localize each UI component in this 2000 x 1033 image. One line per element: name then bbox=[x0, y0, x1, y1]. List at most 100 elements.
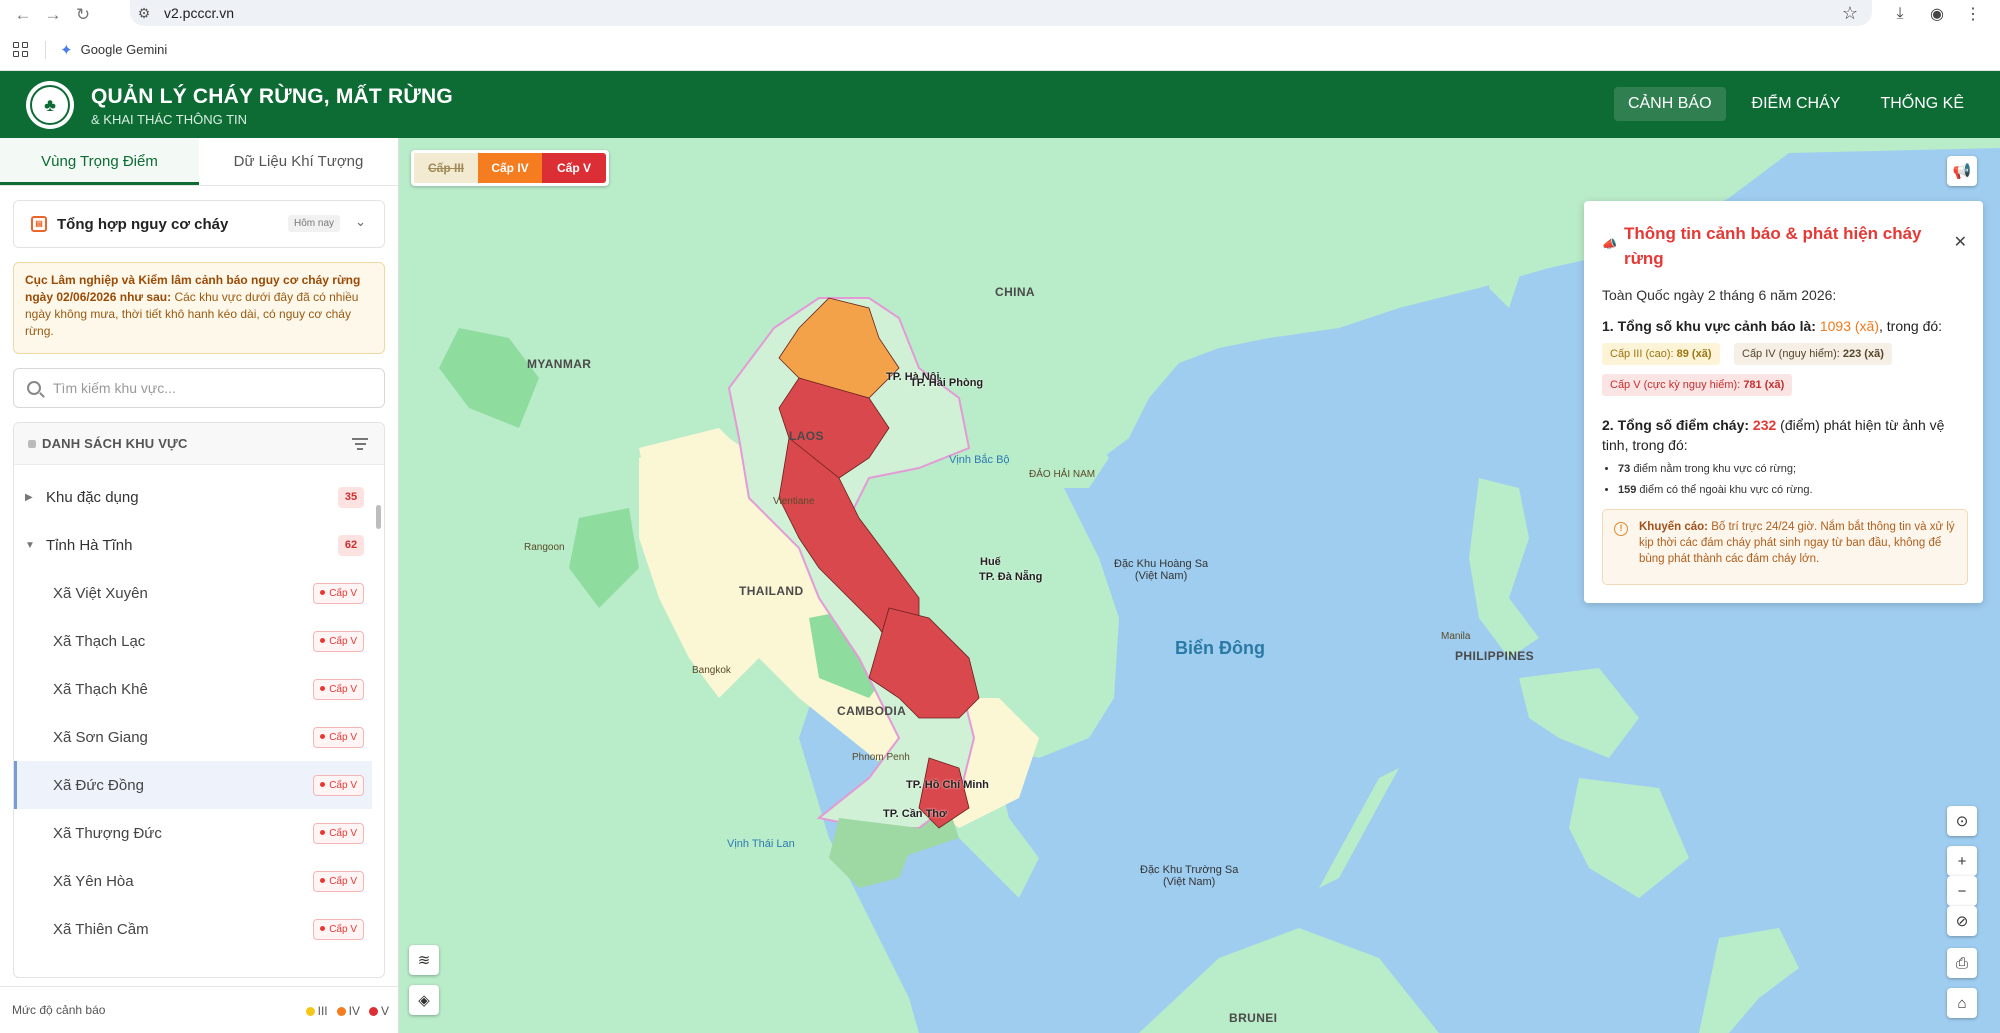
list-item[interactable]: Xã Thiên Cầm Cấp V bbox=[14, 905, 372, 953]
label-spratly-name: Đặc Khu Trường Sa bbox=[1140, 864, 1239, 876]
group-label: Khu đặc dụng bbox=[46, 488, 139, 506]
bookmark-gemini[interactable]: Google Gemini bbox=[81, 42, 168, 57]
nav-thong-ke[interactable]: THỐNG KÊ bbox=[1866, 87, 1978, 121]
info-total: 1. Tổng số khu vực cảnh báo là: 1093 (xã… bbox=[1602, 318, 1942, 334]
address-bar[interactable]: ⚙ v2.pcccr.vn ☆ bbox=[130, 0, 1872, 26]
forward-icon[interactable]: → bbox=[38, 0, 68, 29]
bullet-text: điểm có thể ngoài khu vực có rừng. bbox=[1639, 484, 1813, 496]
filter-cap-iii[interactable]: Cấp III bbox=[414, 153, 478, 183]
label-haiphong: TP. Hải Phòng bbox=[910, 377, 984, 389]
layers-icon[interactable]: ◈ bbox=[409, 985, 439, 1015]
zoom-in-icon[interactable]: + bbox=[1947, 846, 1977, 876]
logo[interactable]: ♣ bbox=[26, 81, 74, 129]
sidebar-tabs: Vùng Trọng Điểm Dữ Liệu Khí Tượng bbox=[0, 138, 398, 186]
announcement-icon[interactable]: 📢 bbox=[1947, 156, 1977, 186]
legend-footer: Mức độ cảnh báo III IV V bbox=[0, 986, 399, 1033]
list-item[interactable]: Xã Thạch Lạc Cấp V bbox=[14, 617, 372, 665]
group-khu-dac-dung[interactable]: ▶ Khu đặc dụng 35 bbox=[14, 473, 372, 521]
list-item[interactable]: Xã Thạch Khê Cấp V bbox=[14, 665, 372, 713]
list-item: 159 điểm có thể ngoài khu vực có rừng. bbox=[1618, 480, 1813, 501]
search-input[interactable] bbox=[53, 380, 353, 396]
chip-value: 781 (xã) bbox=[1743, 379, 1785, 391]
level-filter-toggle: Cấp III Cấp IV Cấp V bbox=[411, 150, 609, 186]
label-danang: TP. Đà Nẵng bbox=[979, 571, 1043, 583]
label-east-sea: Biển Đông bbox=[1175, 638, 1265, 658]
site-info-icon[interactable]: ⚙ bbox=[130, 5, 158, 22]
nav-canh-bao[interactable]: CẢNH BÁO bbox=[1613, 87, 1726, 121]
legend-label: V bbox=[380, 1004, 389, 1018]
item-label: Xã Thạch Khê bbox=[53, 680, 148, 698]
scrollbar-thumb[interactable] bbox=[376, 505, 381, 529]
caret-down-icon[interactable]: ▼ bbox=[25, 540, 37, 551]
region-list-header: DANH SÁCH KHU VỰC bbox=[14, 423, 384, 465]
level-dot-icon bbox=[320, 590, 326, 595]
filter-cap-v[interactable]: Cấp V bbox=[542, 153, 606, 183]
close-icon[interactable]: ✕ bbox=[1954, 232, 1967, 252]
summary-dropdown[interactable]: ▤ Tổng hợp nguy cơ cháy Hôm nay ⌄ bbox=[13, 200, 385, 248]
region-list-panel: DANH SÁCH KHU VỰC ▶ Khu đặc dụng 35 ▼ Tỉ… bbox=[13, 422, 385, 978]
legend-level-iv: IV bbox=[336, 1004, 360, 1018]
apps-grid-icon[interactable] bbox=[13, 41, 29, 58]
list-item[interactable]: Xã Việt Xuyên Cấp V bbox=[14, 569, 372, 617]
level-text: Cấp V bbox=[329, 684, 357, 695]
legend-level-iii: III bbox=[305, 1004, 328, 1018]
label-thailand: THAILAND bbox=[739, 584, 804, 598]
land-sulawesi bbox=[1699, 928, 1799, 1033]
label-hue: Huế bbox=[980, 556, 1001, 568]
list-item[interactable]: Xã Thượng Đức Cấp V bbox=[14, 809, 372, 857]
item-label: Xã Thượng Đức bbox=[53, 824, 162, 842]
label-spratly: Đặc Khu Trường Sa (Việt Nam) bbox=[1140, 864, 1238, 888]
red-dot-icon bbox=[368, 1007, 378, 1016]
megaphone-icon: 📣 bbox=[1602, 237, 1617, 251]
item-label: Xã Yên Hòa bbox=[53, 872, 134, 890]
list-item-selected[interactable]: Xã Đức Đồng Cấp V bbox=[14, 761, 372, 809]
level-text: Cấp V bbox=[329, 588, 357, 599]
chevron-down-icon[interactable]: ⌄ bbox=[355, 214, 366, 230]
profile-icon[interactable]: ◉ bbox=[1924, 2, 1950, 26]
level-dot-icon bbox=[320, 638, 326, 643]
advice-label: Khuyến cáo: bbox=[1639, 521, 1709, 533]
group-label: Tỉnh Hà Tĩnh bbox=[46, 536, 133, 554]
tab-du-lieu-khi-tuong[interactable]: Dữ Liệu Khí Tượng bbox=[199, 138, 398, 185]
bookmark-star-icon[interactable]: ☆ bbox=[1842, 3, 1858, 24]
filter-icon[interactable] bbox=[352, 438, 368, 453]
count-badge: 62 bbox=[338, 535, 364, 556]
total-prefix: 1. Tổng số khu vực cảnh báo là: bbox=[1602, 318, 1816, 334]
nav-diem-chay[interactable]: ĐIỂM CHÁY bbox=[1738, 87, 1855, 121]
zoom-out-icon[interactable]: − bbox=[1947, 876, 1977, 906]
item-label: Xã Thạch Lạc bbox=[53, 632, 146, 650]
locate-icon[interactable]: ⊙ bbox=[1947, 806, 1977, 836]
level-badge: Cấp V bbox=[313, 775, 364, 796]
back-icon[interactable]: ← bbox=[8, 0, 38, 29]
scrollbar[interactable] bbox=[376, 473, 381, 973]
legend-levels: III IV V bbox=[305, 1004, 389, 1018]
print-icon[interactable]: ⎙ bbox=[1947, 948, 1977, 978]
legend-label: III bbox=[317, 1004, 328, 1018]
label-hcm: TP. Hồ Chí Minh bbox=[906, 779, 989, 791]
home-icon[interactable]: ⌂ bbox=[1947, 988, 1977, 1018]
label-philippines: PHILIPPINES bbox=[1455, 649, 1535, 663]
level-dot-icon bbox=[320, 926, 326, 931]
label-myanmar: MYANMAR bbox=[527, 357, 592, 371]
legend-toggle-icon[interactable]: ≋ bbox=[409, 945, 439, 975]
label-phnompenh: Phnom Penh bbox=[852, 752, 910, 763]
total-value: 1093 (xã) bbox=[1819, 318, 1879, 334]
info-fire: 2. Tổng số điểm cháy: 232 (điểm) phát hi… bbox=[1602, 415, 1968, 455]
summary-title: Tổng hợp nguy cơ cháy bbox=[57, 215, 229, 233]
list-item[interactable]: Xã Yên Hòa Cấp V bbox=[14, 857, 372, 905]
group-ha-tinh[interactable]: ▼ Tỉnh Hà Tĩnh 62 bbox=[14, 521, 372, 569]
reload-icon[interactable]: ↻ bbox=[68, 0, 98, 29]
level-badge: Cấp V bbox=[313, 871, 364, 892]
search-box[interactable] bbox=[13, 368, 385, 408]
filter-cap-iv[interactable]: Cấp IV bbox=[478, 153, 542, 183]
app-subtitle: & KHAI THÁC THÔNG TIN bbox=[91, 112, 248, 127]
download-icon[interactable]: ⤓ bbox=[1887, 2, 1913, 26]
tab-vung-trong-diem[interactable]: Vùng Trọng Điểm bbox=[0, 138, 199, 185]
list-item[interactable]: Xã Sơn Giang Cấp V bbox=[14, 713, 372, 761]
menu-icon[interactable]: ⋮ bbox=[1960, 2, 1986, 26]
label-manila: Manila bbox=[1441, 631, 1471, 642]
compass-icon[interactable]: ⊘ bbox=[1947, 906, 1977, 936]
level-badge: Cấp V bbox=[313, 583, 364, 604]
map-view[interactable]: CHINA MYANMAR LAOS THAILAND CAMBODIA PHI… bbox=[399, 138, 2000, 1033]
caret-right-icon[interactable]: ▶ bbox=[25, 492, 37, 503]
